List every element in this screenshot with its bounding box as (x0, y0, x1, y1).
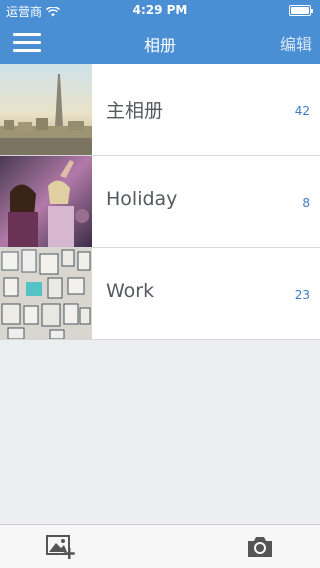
album-thumbnail (0, 248, 92, 339)
album-count: 23 (294, 288, 310, 302)
pinboard-photo (0, 248, 92, 339)
album-list: 主相册 42 Holiday 8 Work 23 (0, 64, 320, 340)
add-photo-button[interactable] (46, 534, 76, 560)
album-name: 主相册 (106, 100, 164, 122)
album-thumbnail (0, 64, 92, 155)
add-photo-icon (46, 535, 75, 559)
page-title: 相册 (143, 36, 176, 55)
nav-bar: 相册 编辑 (0, 20, 320, 64)
hamburger-line (13, 48, 41, 52)
album-row-main[interactable]: 主相册 42 (0, 64, 320, 156)
city-skyline-photo (0, 64, 92, 155)
camera-icon (248, 537, 272, 557)
album-name: Work (106, 280, 155, 302)
album-thumbnail (0, 156, 92, 247)
menu-button[interactable] (10, 28, 44, 56)
album-count: 8 (302, 196, 310, 210)
bottom-toolbar (0, 524, 320, 568)
party-photo (0, 156, 92, 247)
status-time: 4:29 PM (132, 3, 188, 17)
album-count: 42 (294, 104, 310, 118)
hamburger-line (13, 32, 41, 36)
hamburger-line (13, 40, 41, 44)
camera-button[interactable] (246, 535, 274, 559)
album-name: Holiday (106, 188, 178, 210)
album-row-work[interactable]: Work 23 (0, 248, 320, 340)
edit-button[interactable]: 编辑 (280, 31, 312, 55)
album-row-holiday[interactable]: Holiday 8 (0, 156, 320, 248)
status-bar: 运营商 4:29 PM (0, 0, 320, 20)
battery-icon (289, 5, 314, 16)
header: 运营商 4:29 PM 相册 编辑 (0, 0, 320, 64)
